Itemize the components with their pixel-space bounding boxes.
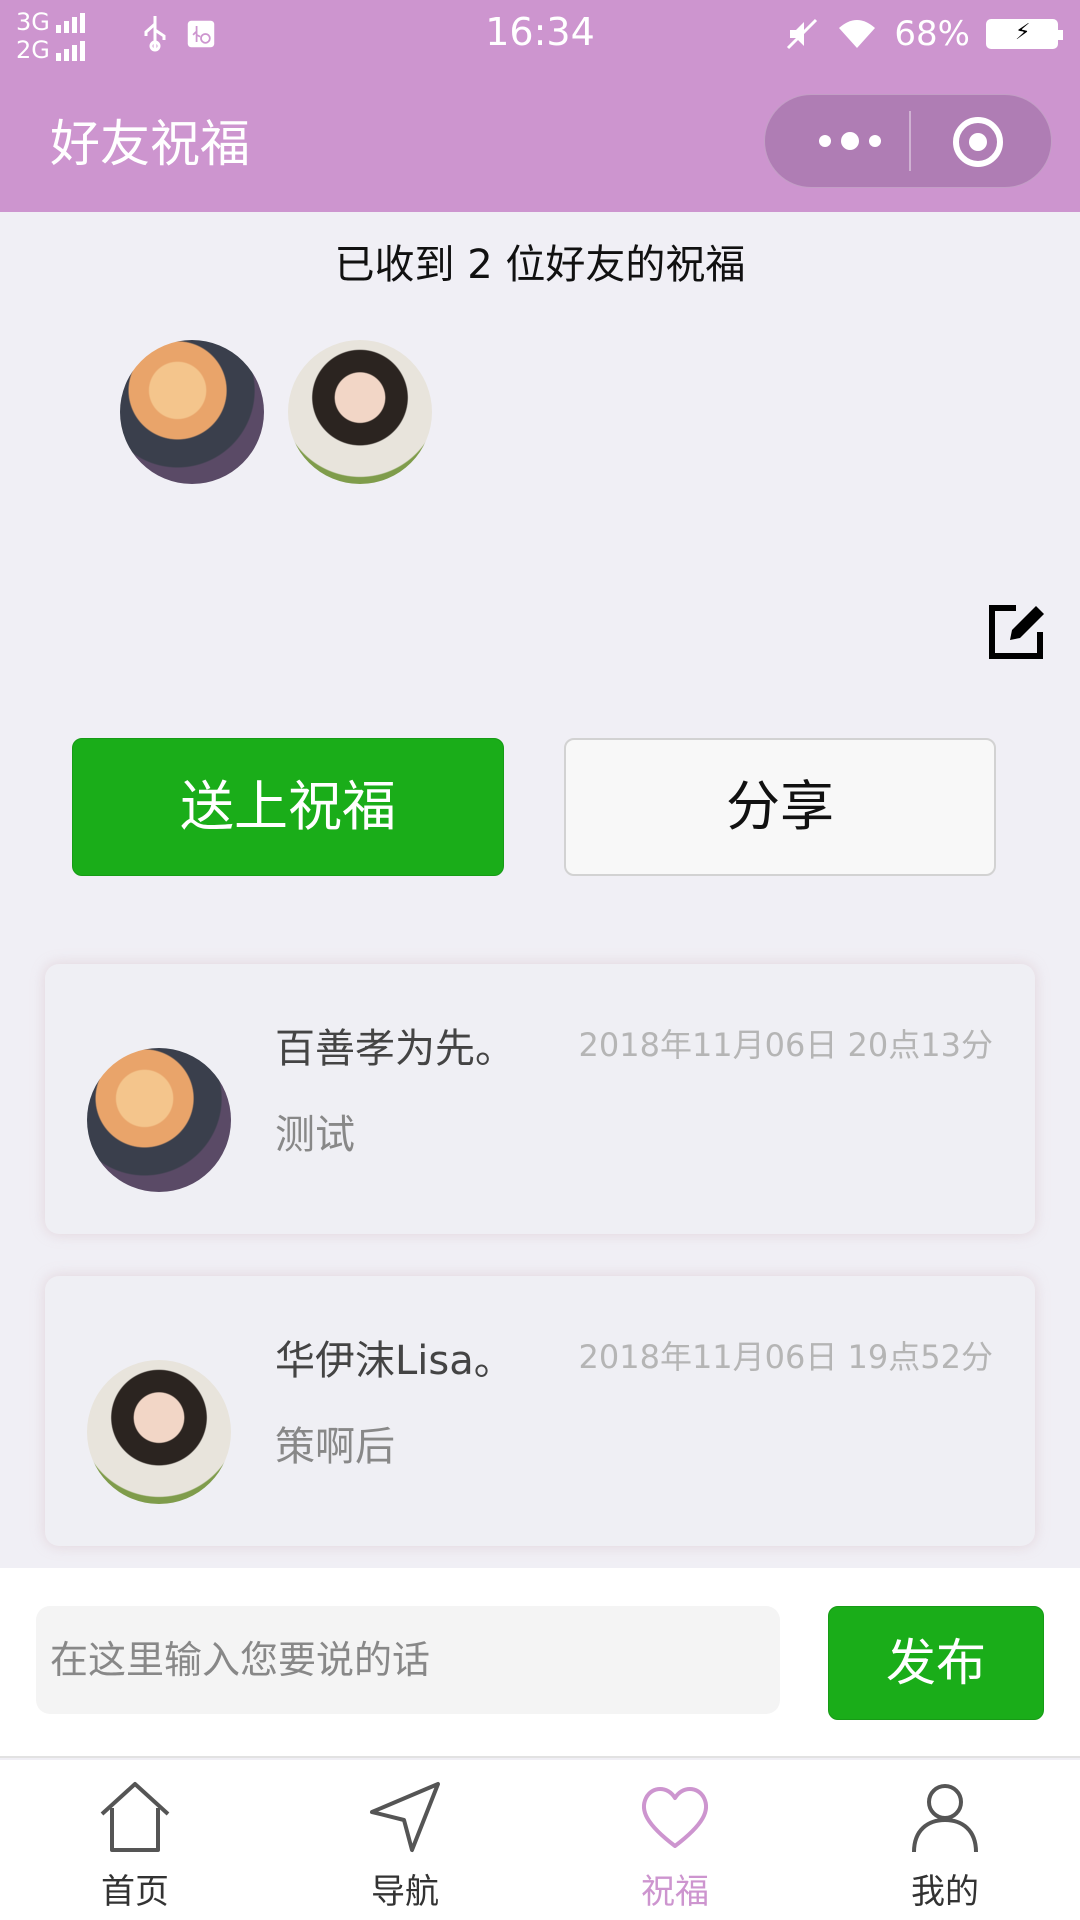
avatar[interactable] xyxy=(87,1360,231,1504)
tab-home[interactable]: 首页 xyxy=(0,1760,270,1920)
page-title: 好友祝福 xyxy=(50,115,250,173)
user-icon xyxy=(912,1784,978,1853)
sender-name: 百善孝为先。 xyxy=(275,1026,515,1072)
message-text: 测试 xyxy=(275,1112,355,1158)
mini-program-capsule xyxy=(764,94,1052,188)
wifi-icon xyxy=(839,20,876,48)
battery-icon: ⚡ xyxy=(986,19,1063,49)
mute-icon xyxy=(787,18,818,50)
message-input[interactable] xyxy=(36,1606,780,1714)
message-date: 2018年11月06日 19点52分 xyxy=(578,1338,994,1376)
status-right: 68% ⚡ xyxy=(784,14,1063,54)
tab-label: 祝福 xyxy=(641,1872,709,1912)
message-text: 策啊后 xyxy=(275,1424,395,1470)
send-blessing-button[interactable]: 送上祝福 xyxy=(72,738,504,876)
avatar[interactable] xyxy=(87,1048,231,1192)
avatar[interactable] xyxy=(288,340,432,484)
message-card: 华伊沫Lisa。 2018年11月06日 19点52分 策啊后 xyxy=(45,1276,1035,1546)
heart-icon xyxy=(641,1787,709,1848)
tab-label: 导航 xyxy=(371,1872,439,1912)
nav-bar: 好友祝福 xyxy=(0,70,1080,212)
tab-label: 我的 xyxy=(911,1872,979,1912)
composer-bar: 发布 xyxy=(0,1568,1080,1758)
sender-name: 华伊沫Lisa。 xyxy=(275,1338,514,1384)
edit-icon[interactable] xyxy=(986,600,1048,662)
tab-bar: 首页 导航 祝福 我的 xyxy=(0,1760,1080,1920)
battery-percent: 68% xyxy=(894,14,970,54)
more-dots-icon xyxy=(841,132,859,150)
message-date: 2018年11月06日 20点13分 xyxy=(578,1026,994,1064)
blessing-count: 已收到 2 位好友的祝福 xyxy=(334,242,746,288)
more-dots-icon xyxy=(819,135,831,147)
publish-button[interactable]: 发布 xyxy=(828,1606,1044,1720)
share-button[interactable]: 分享 xyxy=(564,738,996,876)
status-bar: 3G 2G 16:34 68% ⚡ xyxy=(0,0,1080,70)
tab-mine[interactable]: 我的 xyxy=(810,1760,1080,1920)
home-icon xyxy=(100,1782,170,1852)
close-mini-program-icon[interactable] xyxy=(953,117,1003,167)
message-card: 百善孝为先。 2018年11月06日 20点13分 测试 xyxy=(45,964,1035,1234)
tab-blessing[interactable]: 祝福 xyxy=(540,1760,810,1920)
tab-navigation[interactable]: 导航 xyxy=(270,1760,540,1920)
more-button[interactable] xyxy=(805,113,895,169)
capsule-divider xyxy=(909,111,911,171)
tab-label: 首页 xyxy=(101,1872,169,1912)
navigation-icon xyxy=(370,1782,440,1852)
avatar[interactable] xyxy=(120,340,264,484)
more-dots-icon xyxy=(869,135,881,147)
